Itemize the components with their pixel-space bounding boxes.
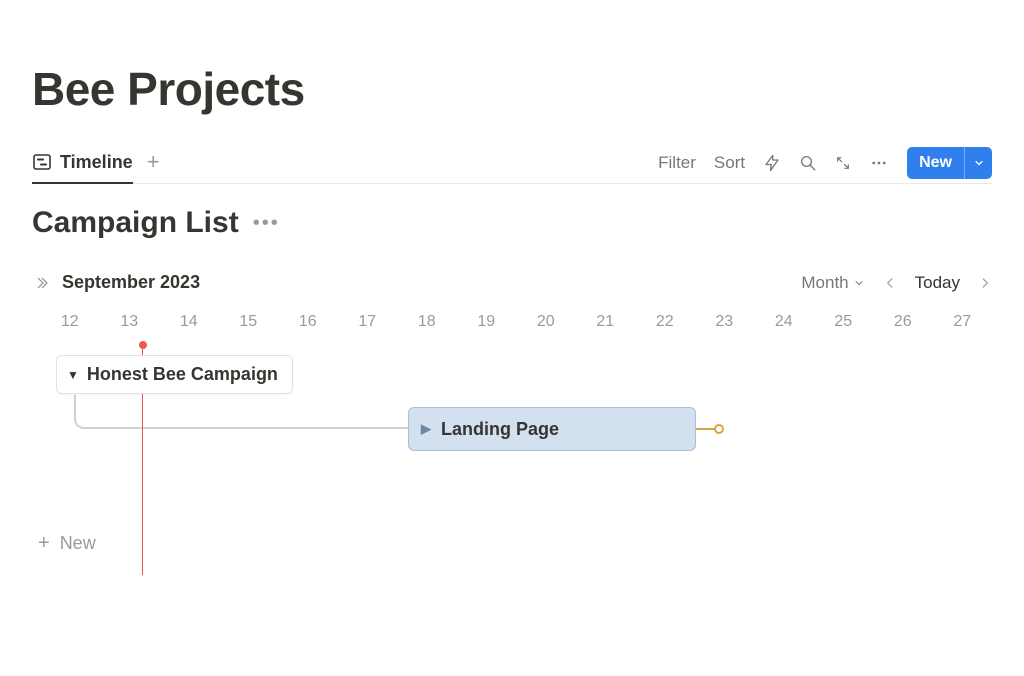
day-cell: 26 [873, 313, 933, 331]
day-cell: 27 [933, 313, 993, 331]
tab-timeline[interactable]: Timeline [32, 143, 133, 184]
day-cell: 20 [516, 313, 576, 331]
filter-button[interactable]: Filter [658, 153, 696, 173]
day-cell: 12 [40, 313, 100, 331]
dependency-line [696, 428, 716, 430]
collapse-icon: ▼ [67, 368, 79, 382]
timeline-icon [32, 152, 52, 172]
task-name: Landing Page [441, 419, 559, 440]
timeline-header-right: Month Today [801, 273, 992, 293]
day-cell: 19 [457, 313, 517, 331]
more-icon[interactable] [869, 154, 889, 172]
scale-select[interactable]: Month [801, 273, 864, 293]
add-view-button[interactable]: + [147, 142, 160, 183]
new-button-label[interactable]: New [907, 147, 964, 179]
new-row-button[interactable]: + New [38, 532, 96, 555]
group-header[interactable]: ▼ Honest Bee Campaign [56, 355, 293, 394]
day-cell: 15 [219, 313, 279, 331]
day-cell: 23 [695, 313, 755, 331]
day-cell: 25 [814, 313, 874, 331]
database-title-row: Campaign List ••• [32, 206, 992, 240]
day-scale: 12 13 14 15 16 17 18 19 20 21 22 23 24 2… [32, 313, 992, 331]
expand-task-icon: ▶ [421, 421, 431, 437]
day-cell: 16 [278, 313, 338, 331]
new-row-label: New [60, 533, 96, 554]
show-sidebar-icon[interactable] [32, 275, 50, 291]
prev-button[interactable] [883, 276, 897, 290]
new-button-caret[interactable] [964, 147, 992, 179]
chevron-down-icon [853, 277, 865, 289]
new-button[interactable]: New [907, 147, 992, 179]
tabs-left: Timeline + [32, 142, 160, 183]
day-cell: 24 [754, 313, 814, 331]
today-dot-icon [139, 341, 147, 349]
group-name: Honest Bee Campaign [87, 364, 278, 385]
tab-timeline-label: Timeline [60, 152, 133, 173]
page-title: Bee Projects [32, 62, 992, 116]
day-cell: 18 [397, 313, 457, 331]
timeline-header: September 2023 Month Today [32, 272, 992, 293]
today-marker [32, 339, 992, 351]
database-more-icon[interactable]: ••• [253, 212, 280, 235]
scale-select-label: Month [801, 273, 848, 293]
timeline-body: ▼ Honest Bee Campaign ▶ Landing Page + N… [32, 355, 992, 565]
next-button[interactable] [978, 276, 992, 290]
toolbar: Filter Sort New [658, 147, 992, 179]
day-cell: 22 [635, 313, 695, 331]
view-tab-row: Timeline + Filter Sort New [32, 142, 992, 184]
day-cell: 14 [159, 313, 219, 331]
task-bar[interactable]: ▶ Landing Page [408, 407, 696, 451]
database-title[interactable]: Campaign List [32, 206, 239, 240]
day-cell: 13 [100, 313, 160, 331]
plus-icon: + [38, 532, 50, 555]
connector-line [74, 395, 414, 429]
dependency-handle[interactable] [714, 424, 724, 434]
search-icon[interactable] [799, 154, 817, 172]
sort-button[interactable]: Sort [714, 153, 745, 173]
today-button[interactable]: Today [915, 273, 960, 293]
day-cell: 21 [576, 313, 636, 331]
timeline-header-left: September 2023 [32, 272, 200, 293]
bolt-icon[interactable] [763, 154, 781, 172]
expand-icon[interactable] [835, 155, 851, 171]
day-cell: 17 [338, 313, 398, 331]
month-label: September 2023 [62, 272, 200, 293]
